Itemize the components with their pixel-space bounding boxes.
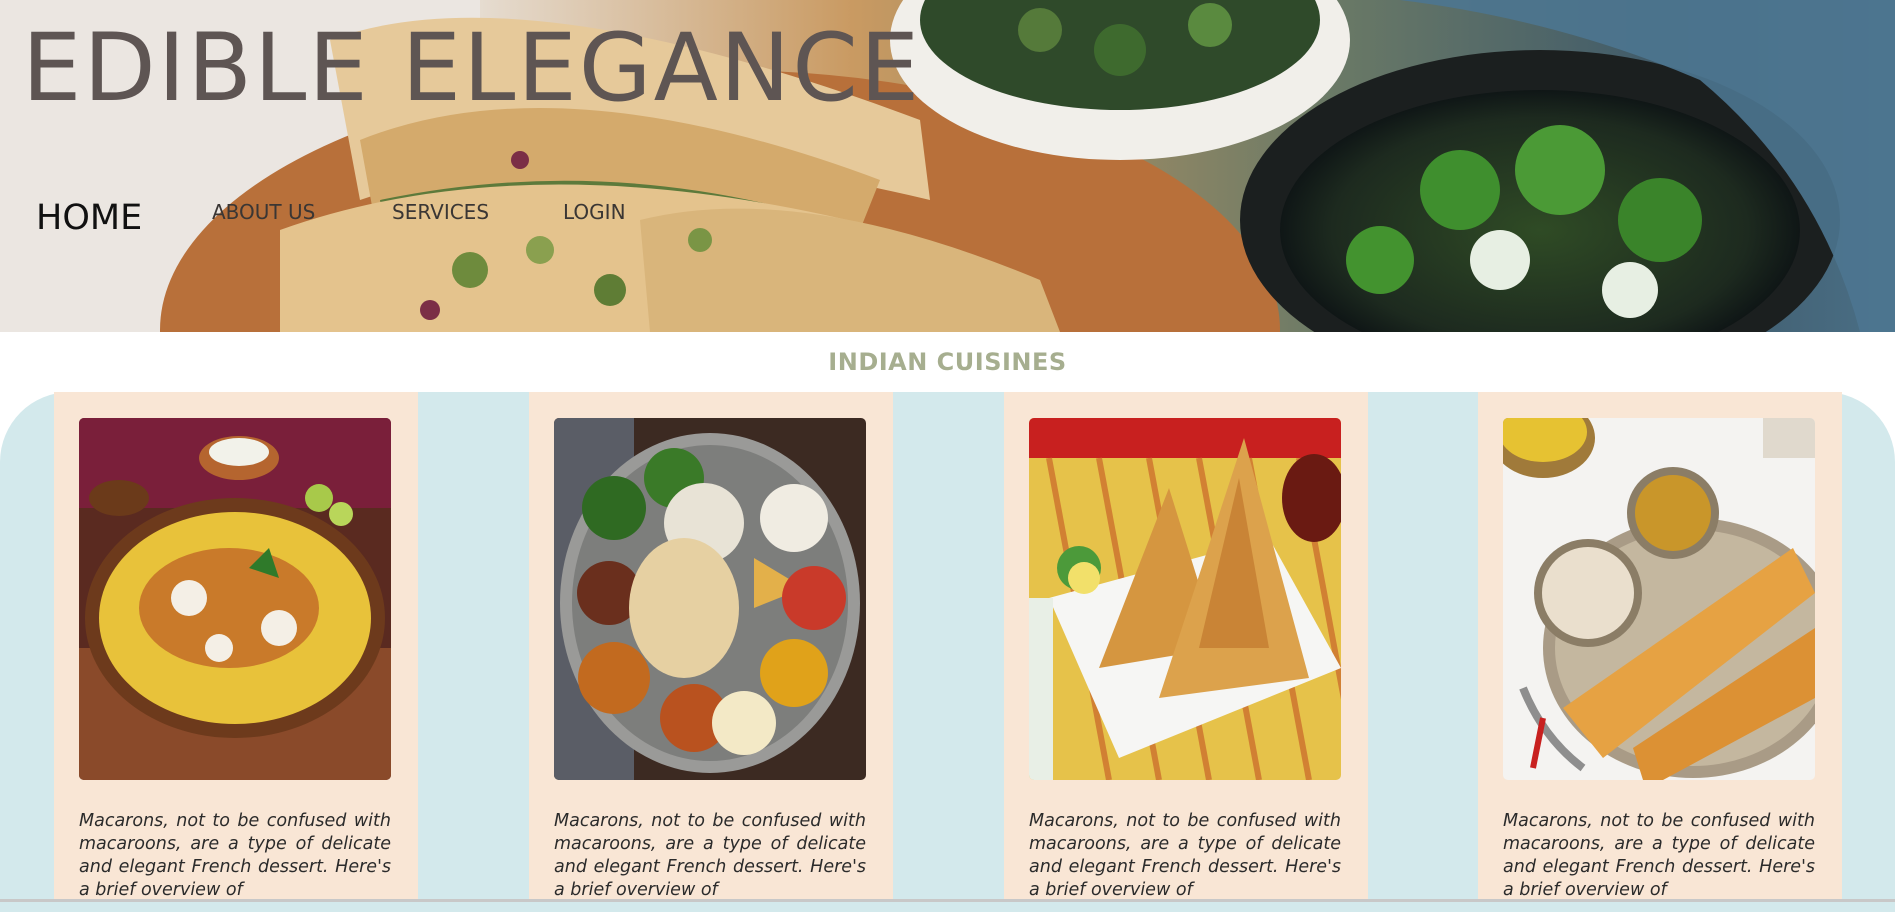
cuisine-card[interactable]: Macarons, not to be confused with macaro… bbox=[1004, 392, 1368, 902]
card-description: Macarons, not to be confused with macaro… bbox=[79, 811, 391, 900]
card-description: Macarons, not to be confused with macaro… bbox=[554, 811, 866, 900]
nav-about-us[interactable]: ABOUT US bbox=[212, 200, 315, 224]
cuisine-card[interactable]: Macarons, not to be confused with macaro… bbox=[54, 392, 418, 902]
section-title: INDIAN CUISINES bbox=[828, 348, 1067, 376]
site-title: EDIBLE ELEGANCE bbox=[22, 14, 922, 123]
card-image-samosa[interactable] bbox=[1029, 418, 1341, 780]
card-description: Macarons, not to be confused with macaro… bbox=[1503, 811, 1815, 900]
nav-services[interactable]: SERVICES bbox=[392, 200, 489, 224]
card-image-dosa[interactable] bbox=[1503, 418, 1815, 780]
nav-login[interactable]: LOGIN bbox=[563, 200, 626, 224]
card-image-thali[interactable] bbox=[554, 418, 866, 780]
cuisine-card[interactable]: Macarons, not to be confused with macaro… bbox=[529, 392, 893, 902]
hero-banner: EDIBLE ELEGANCE HOME ABOUT US SERVICES L… bbox=[0, 0, 1895, 332]
card-image-biryani[interactable] bbox=[79, 418, 391, 780]
card-description: Macarons, not to be confused with macaro… bbox=[1029, 811, 1341, 900]
nav-home[interactable]: HOME bbox=[36, 198, 142, 238]
cuisine-card[interactable]: Macarons, not to be confused with macaro… bbox=[1478, 392, 1842, 902]
